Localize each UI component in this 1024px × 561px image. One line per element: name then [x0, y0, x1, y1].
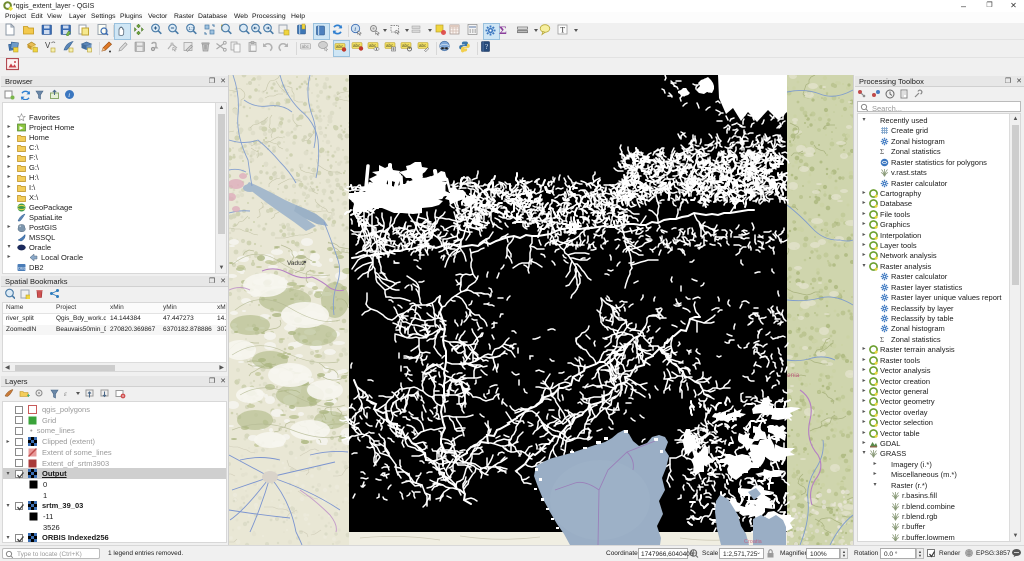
svg-text:T: T — [560, 25, 565, 34]
svg-text:Vaduz: Vaduz — [287, 260, 305, 267]
svg-text:abc: abc — [419, 43, 427, 48]
svg-text:Σ: Σ — [499, 23, 507, 36]
svg-text:abc: abc — [302, 44, 310, 49]
svg-text:Σ: Σ — [880, 336, 884, 344]
svg-text:?: ? — [485, 43, 488, 51]
svg-text:1:1: 1:1 — [188, 26, 195, 31]
svg-text:i: i — [68, 92, 70, 99]
svg-text:enia: enia — [787, 372, 800, 379]
svg-text:Σ: Σ — [880, 148, 884, 156]
svg-text:V: V — [45, 41, 51, 50]
svg-text:ε: ε — [64, 390, 67, 398]
svg-text:i: i — [354, 26, 356, 33]
svg-text:DB2: DB2 — [18, 266, 26, 271]
